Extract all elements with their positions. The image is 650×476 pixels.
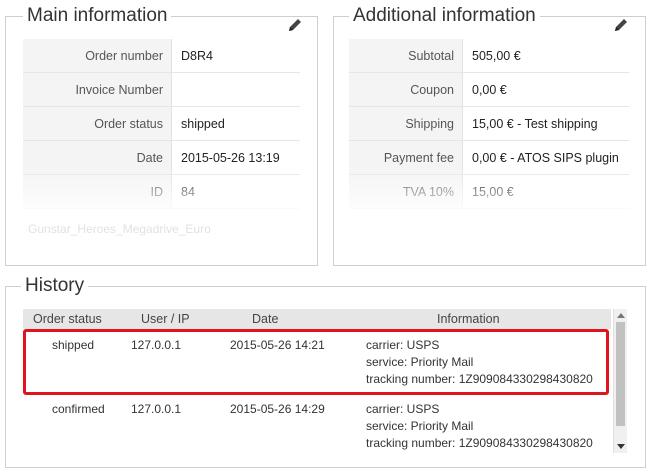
edit-additional-info-button[interactable] xyxy=(612,16,630,34)
field-value: shipped xyxy=(171,106,300,141)
field-label: Date xyxy=(23,140,172,175)
table-row: Coupon 0,00 € xyxy=(349,72,629,107)
field-label: Order status xyxy=(23,106,172,141)
scroll-up-icon[interactable] xyxy=(617,313,625,318)
field-label: Payment fee xyxy=(349,140,463,175)
field-value: 15,00 € - Test shipping xyxy=(462,106,629,141)
field-label: TVA 10% xyxy=(349,174,463,209)
field-value: D8R4 xyxy=(171,39,300,73)
history-user-ip: 127.0.0.1 xyxy=(131,402,182,416)
table-row: Order number D8R4 xyxy=(23,39,300,73)
highlighted-row-outline xyxy=(23,329,609,395)
field-label: Shipping xyxy=(349,106,463,141)
scroll-down-icon[interactable] xyxy=(617,444,625,449)
column-header-information: Information xyxy=(437,312,500,326)
main-info-title: Main information xyxy=(23,3,172,29)
history-scrollbar[interactable] xyxy=(613,309,627,453)
main-info-panel: Main information Order number D8R4 Invoi… xyxy=(5,3,318,266)
field-label: Coupon xyxy=(349,72,463,107)
history-info-line: service: Priority Mail xyxy=(366,419,474,433)
history-date: 2015-05-26 14:29 xyxy=(230,402,325,416)
field-value xyxy=(171,72,300,107)
history-table-header: Order status User / IP Date Information xyxy=(23,309,611,329)
field-value: 0,00 € - ATOS SIPS plugin xyxy=(462,140,629,175)
field-value: 0,00 € xyxy=(462,72,629,107)
column-header-order-status: Order status xyxy=(33,312,102,326)
field-value: 84 xyxy=(171,174,300,209)
field-value: 15,00 € xyxy=(462,174,629,209)
edit-main-info-button[interactable] xyxy=(286,16,304,34)
field-label: Invoice Number xyxy=(23,72,172,107)
table-row: Date 2015-05-26 13:19 xyxy=(23,140,300,175)
table-row: Invoice Number xyxy=(23,72,300,107)
table-row: ID 84 xyxy=(23,174,300,209)
field-label: Order number xyxy=(23,39,172,73)
column-header-user-ip: User / IP xyxy=(141,312,190,326)
table-row: Subtotal 505,00 € xyxy=(349,39,629,73)
pencil-icon xyxy=(615,19,627,31)
history-info-line: tracking number: 1Z909084330298430820 xyxy=(366,436,593,450)
table-row: TVA 10% 15,00 € xyxy=(349,174,629,209)
table-row: Shipping 15,00 € - Test shipping xyxy=(349,106,629,141)
column-header-date: Date xyxy=(252,312,279,326)
table-row: Order status shipped xyxy=(23,106,300,141)
additional-info-panel: Additional information Subtotal 505,00 €… xyxy=(333,3,646,266)
additional-info-table: Subtotal 505,00 € Coupon 0,00 € Shipping… xyxy=(349,39,629,209)
pencil-icon xyxy=(289,19,301,31)
history-info-line: carrier: USPS xyxy=(366,402,440,416)
field-value: 505,00 € xyxy=(462,39,629,73)
table-row: confirmed 127.0.0.1 2015-05-26 14:29 car… xyxy=(23,395,611,455)
main-info-table: Order number D8R4 Invoice Number Order s… xyxy=(23,39,300,209)
history-title: History xyxy=(21,273,89,299)
field-value: 2015-05-26 13:19 xyxy=(171,140,300,175)
field-label: Subtotal xyxy=(349,39,463,73)
table-row: Payment fee 0,00 € - ATOS SIPS plugin xyxy=(349,140,629,175)
scroll-thumb[interactable] xyxy=(616,322,625,426)
additional-info-title: Additional information xyxy=(349,3,540,29)
field-label: ID xyxy=(23,174,172,209)
faded-product-name: Gunstar_Heroes_Megadrive_Euro xyxy=(28,222,211,236)
history-status: confirmed xyxy=(52,402,105,416)
